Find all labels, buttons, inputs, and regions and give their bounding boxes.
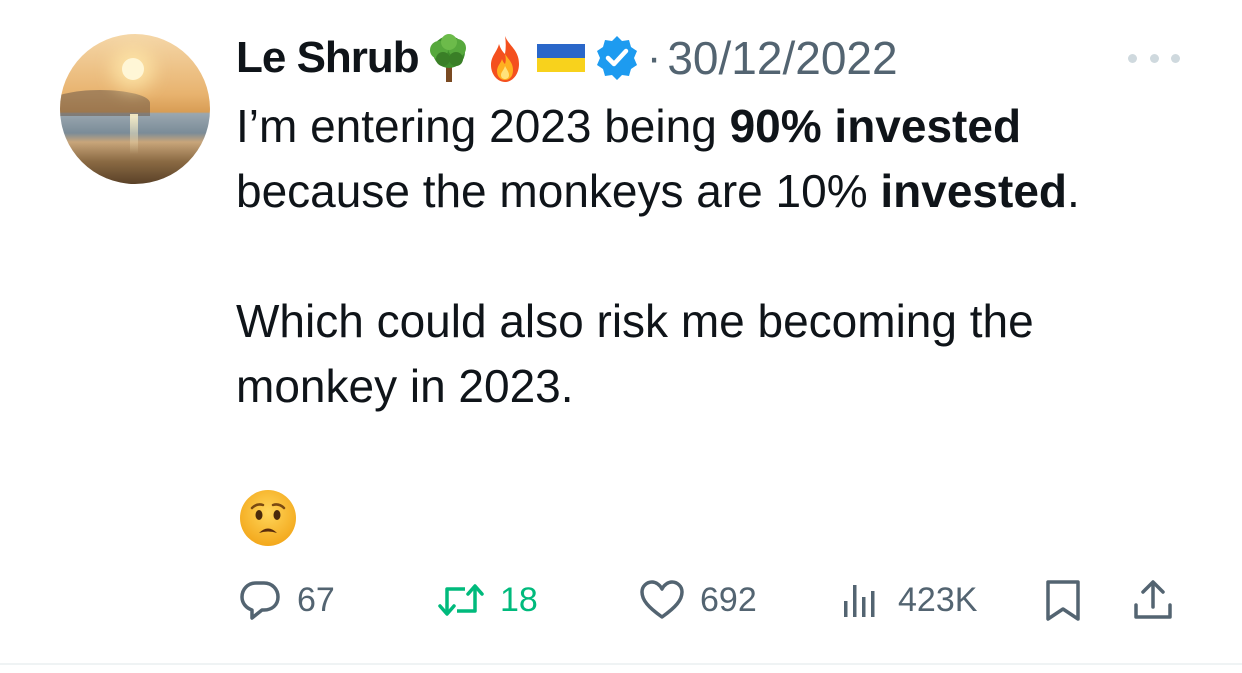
avatar-sun bbox=[122, 58, 144, 80]
tweet-line2-text: because the monkeys are 10% bbox=[236, 165, 881, 217]
like-count: 692 bbox=[700, 580, 757, 619]
views-count: 423K bbox=[898, 580, 978, 619]
tweet-line1-bold: 90% invested bbox=[729, 100, 1022, 152]
retweet-icon bbox=[438, 584, 484, 616]
tweet-line2-bold: invested bbox=[880, 165, 1068, 217]
ukraine-flag-emoji bbox=[535, 32, 587, 84]
tweet-actions: 67 18 692 423K bbox=[0, 572, 1242, 632]
fire-emoji bbox=[479, 32, 531, 84]
reply-count: 67 bbox=[297, 580, 335, 619]
tweet-line-1: I’m entering 2023 being 90% invested bbox=[236, 94, 1196, 159]
reply-button[interactable]: 67 bbox=[237, 572, 335, 628]
verified-badge-icon[interactable] bbox=[591, 32, 643, 84]
date-separator: · bbox=[646, 33, 662, 82]
more-options-icon[interactable] bbox=[1128, 48, 1180, 68]
avatar[interactable] bbox=[60, 34, 210, 184]
avatar-glint bbox=[130, 114, 138, 154]
share-button[interactable] bbox=[1130, 572, 1176, 628]
tweet-text: I’m entering 2023 being 90% invested bec… bbox=[236, 94, 1196, 419]
views-button[interactable]: 423K bbox=[840, 572, 977, 628]
tweet-line-2: because the monkeys are 10% invested. bbox=[236, 159, 1196, 224]
retweet-button[interactable]: 18 bbox=[436, 572, 538, 628]
reply-icon bbox=[240, 581, 280, 620]
retweet-count: 18 bbox=[500, 580, 538, 619]
tweet-line2-period: . bbox=[1067, 165, 1080, 217]
tweet-date[interactable]: 30/12/2022 bbox=[667, 31, 897, 85]
like-button[interactable]: 692 bbox=[638, 572, 757, 628]
author-name[interactable]: Le Shrub bbox=[236, 33, 420, 83]
bookmark-button[interactable] bbox=[1040, 572, 1086, 628]
tweet-paragraph-2: Which could also risk me becoming the mo… bbox=[236, 295, 1034, 412]
bookmark-icon bbox=[1046, 580, 1080, 621]
heart-icon bbox=[640, 580, 684, 619]
tweet[interactable]: Le Shrub · 30/12/2022 I’m entering 2023 … bbox=[0, 0, 1242, 673]
share-icon bbox=[1134, 580, 1172, 619]
worried-face-emoji bbox=[238, 488, 298, 548]
views-icon bbox=[844, 585, 875, 617]
tree-emoji bbox=[423, 32, 475, 84]
tweet-line1-text: I’m entering 2023 being bbox=[236, 100, 730, 152]
avatar-hill bbox=[60, 90, 150, 116]
tweet-header: Le Shrub · 30/12/2022 bbox=[236, 28, 898, 88]
tweet-divider bbox=[0, 663, 1242, 665]
